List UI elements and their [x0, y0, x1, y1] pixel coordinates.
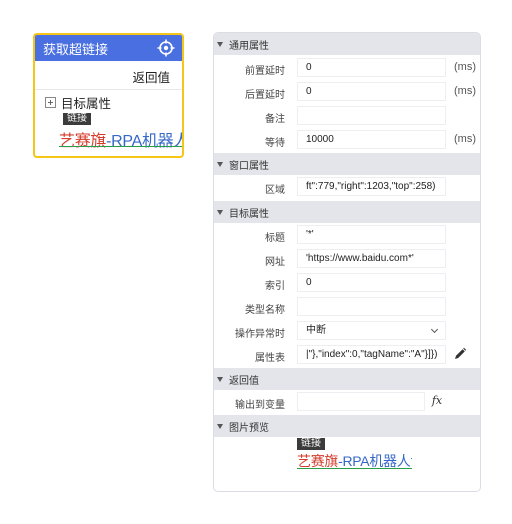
- type-name-input[interactable]: [297, 297, 446, 316]
- section-window-title: 窗口属性: [229, 160, 269, 172]
- section-target[interactable]: 目标属性: [214, 201, 480, 223]
- row-type-name: 类型名称: [214, 296, 480, 318]
- url-input[interactable]: 'https://www.baidu.com*': [297, 249, 446, 268]
- title-label: 标题: [265, 233, 285, 244]
- output-label: 输出到变量: [235, 400, 285, 411]
- section-general[interactable]: 通用属性: [214, 33, 480, 55]
- caret-down-icon: [217, 209, 223, 215]
- row-attributes: 属性表 |"},"index":0,"tagName":"A"}]}): [214, 344, 480, 366]
- card-preview-image: 链接 艺赛旗-RPA机器人专: [59, 113, 182, 149]
- pre-delay-label: 前置延时: [245, 66, 285, 77]
- row-output: 输出到变量 fx: [214, 391, 480, 413]
- fx-expression-button[interactable]: fx: [428, 392, 446, 410]
- post-delay-unit: (ms): [454, 85, 476, 97]
- chevron-down-icon: [430, 325, 439, 334]
- pencil-edit-icon[interactable]: [453, 347, 467, 361]
- index-input[interactable]: 0: [297, 273, 446, 292]
- note-input[interactable]: [297, 106, 446, 125]
- row-on-error: 操作异常时 中断: [214, 320, 480, 342]
- row-index: 索引 0: [214, 272, 480, 294]
- on-error-value: 中断: [306, 325, 326, 336]
- note-label: 备注: [265, 114, 285, 125]
- return-value-label: 返回值: [132, 71, 170, 85]
- row-title: 标题 '*': [214, 224, 480, 246]
- activity-title: 获取超链接: [43, 41, 109, 57]
- post-delay-label: 后置延时: [245, 90, 285, 101]
- section-return[interactable]: 返回值: [214, 368, 480, 390]
- row-wait: 等待 10000 (ms): [214, 129, 480, 151]
- pre-delay-unit: (ms): [454, 61, 476, 73]
- activity-card[interactable]: 获取超链接 返回值 目标属性 链接 艺赛旗-RPA机器人专: [33, 33, 184, 158]
- row-pre-delay: 前置延时 0 (ms): [214, 57, 480, 79]
- section-image-preview[interactable]: 图片预览: [214, 415, 480, 437]
- on-error-select[interactable]: 中断: [297, 321, 446, 340]
- plus-box-icon[interactable]: [45, 97, 56, 108]
- preview-underline: [297, 468, 412, 469]
- card-divider: [35, 89, 182, 90]
- row-region: 区域 ft":779,"right":1203,"top":258): [214, 176, 480, 198]
- url-label: 网址: [265, 257, 285, 268]
- on-error-label: 操作异常时: [235, 329, 285, 340]
- preview-underline: [59, 146, 182, 147]
- attributes-input[interactable]: |"},"index":0,"tagName":"A"}]}): [297, 345, 446, 364]
- region-input[interactable]: ft":779,"right":1203,"top":258): [297, 177, 446, 196]
- row-post-delay: 后置延时 0 (ms): [214, 81, 480, 103]
- post-delay-input[interactable]: 0: [297, 82, 446, 101]
- wait-label: 等待: [265, 138, 285, 149]
- preview-badge: 链接: [297, 438, 325, 450]
- panel-preview-image: 链接 艺赛旗-RPA机器人专: [297, 438, 412, 476]
- section-target-title: 目标属性: [229, 208, 269, 220]
- row-note: 备注: [214, 105, 480, 127]
- caret-down-icon: [217, 161, 223, 167]
- pre-delay-input[interactable]: 0: [297, 58, 446, 77]
- crosshair-target-icon[interactable]: [157, 39, 175, 57]
- row-url: 网址 'https://www.baidu.com*': [214, 248, 480, 270]
- type-name-label: 类型名称: [245, 305, 285, 316]
- section-return-title: 返回值: [229, 375, 259, 387]
- title-input[interactable]: '*': [297, 225, 446, 244]
- attributes-label: 属性表: [255, 353, 285, 364]
- caret-down-icon: [217, 376, 223, 382]
- activity-header[interactable]: 获取超链接: [35, 35, 182, 61]
- wait-input[interactable]: 10000: [297, 130, 446, 149]
- caret-down-icon: [217, 41, 223, 47]
- target-attributes-label: 目标属性: [61, 97, 112, 111]
- property-panel: 通用属性 前置延时 0 (ms) 后置延时 0 (ms) 备注 等待 10000…: [213, 32, 481, 492]
- target-attributes-toggle[interactable]: 目标属性: [45, 93, 111, 112]
- section-general-title: 通用属性: [229, 40, 269, 52]
- output-variable-input[interactable]: [297, 392, 425, 411]
- section-window[interactable]: 窗口属性: [214, 153, 480, 175]
- wait-unit: (ms): [454, 133, 476, 145]
- preview-badge: 链接: [63, 113, 91, 125]
- caret-down-icon: [217, 423, 223, 429]
- section-image-preview-title: 图片预览: [229, 422, 269, 434]
- index-label: 索引: [265, 281, 285, 292]
- region-label: 区域: [265, 185, 285, 196]
